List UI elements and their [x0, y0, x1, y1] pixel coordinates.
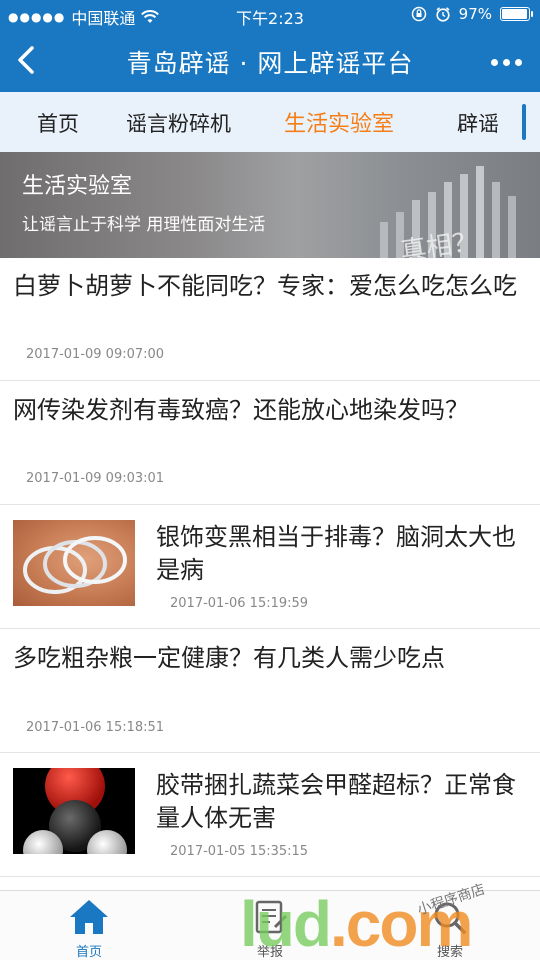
article-date: 2017-01-09 09:07:00	[26, 347, 165, 362]
status-bar: ●●●●● 中国联通 下午2:23 97%	[0, 0, 540, 30]
battery-percent: 97%	[458, 5, 492, 23]
tab-life-lab[interactable]: 生活实验室	[284, 106, 394, 138]
back-button[interactable]	[8, 40, 48, 80]
more-dot-icon	[514, 58, 522, 66]
list-item[interactable]: 多吃粗杂粮一定健康？有几类人需少吃点 2017-01-06 15:18:51	[0, 629, 540, 753]
article-thumbnail	[13, 768, 135, 854]
rotation-lock-icon	[411, 6, 426, 22]
article-thumbnail	[13, 520, 135, 606]
silver-bracelet-image	[23, 536, 127, 594]
list-item[interactable]: 银饰变黑相当于排毒？脑洞太大也是病 2017-01-06 15:19:59	[0, 505, 540, 629]
article-title: 网传染发剂有毒致癌？还能放心地染发吗？	[13, 396, 469, 424]
chevron-left-icon	[18, 46, 34, 74]
article-title: 银饰变黑相当于排毒？脑洞太大也是病	[156, 523, 516, 584]
category-tabs: 首页 谣言粉碎机 生活实验室 辟谣	[0, 92, 540, 152]
status-right: 97%	[411, 5, 533, 23]
banner[interactable]: 真相？ 生活实验室 让谣言止于科学 用理性面对生活	[0, 152, 540, 258]
molecule-model-image	[23, 768, 127, 854]
banner-title: 生活实验室	[22, 174, 133, 199]
tabbar-home-label: 首页	[75, 945, 102, 960]
home-icon	[70, 900, 108, 934]
more-dot-icon	[490, 58, 498, 66]
tabbar-home[interactable]: 首页	[49, 897, 129, 960]
page-title: 青岛辟谣 · 网上辟谣平台	[126, 49, 414, 78]
tabbar-search-label: 搜索	[436, 945, 463, 960]
nav-bar: 青岛辟谣 · 网上辟谣平台	[0, 30, 540, 92]
article-title: 胶带捆扎蔬菜会甲醛超标？正常食量人体无害	[156, 771, 516, 832]
alarm-icon	[436, 7, 450, 22]
search-icon	[434, 902, 466, 934]
battery-fill	[502, 9, 528, 19]
more-dot-icon	[502, 58, 510, 66]
list-item[interactable]: 胶带捆扎蔬菜会甲醛超标？正常食量人体无害 2017-01-05 15:35:15	[0, 753, 540, 877]
more-button[interactable]	[486, 50, 526, 74]
list-item[interactable]: 白萝卜胡萝卜不能同吃？专家：爱怎么吃怎么吃 2017-01-09 09:07:0…	[0, 258, 540, 381]
tab-home[interactable]: 首页	[37, 108, 79, 138]
tabbar-search[interactable]: 搜索	[410, 897, 490, 960]
banner-subtitle: 让谣言止于科学 用理性面对生活	[22, 215, 266, 235]
article-title: 多吃粗杂粮一定健康？有几类人需少吃点	[13, 644, 445, 672]
tabbar-report[interactable]: 举报	[230, 897, 310, 960]
tabbar-report-label: 举报	[256, 945, 283, 960]
list-item[interactable]: 网传染发剂有毒致癌？还能放心地染发吗？ 2017-01-09 09:03:01	[0, 381, 540, 505]
tab-rumor-shredder[interactable]: 谣言粉碎机	[126, 108, 231, 138]
battery-icon	[500, 7, 533, 21]
article-title: 白萝卜胡萝卜不能同吃？专家：爱怎么吃怎么吃	[13, 272, 517, 300]
tab-debunk[interactable]: 辟谣	[457, 108, 499, 138]
article-date: 2017-01-09 09:03:01	[26, 471, 165, 486]
article-date: 2017-01-05 15:35:15	[170, 844, 309, 859]
article-date: 2017-01-06 15:19:59	[170, 596, 309, 611]
article-date: 2017-01-06 15:18:51	[26, 720, 165, 735]
tabs-scroll-indicator	[522, 104, 526, 140]
report-icon	[255, 900, 288, 934]
bottom-tab-bar: 首页 举报 搜索	[0, 890, 540, 960]
